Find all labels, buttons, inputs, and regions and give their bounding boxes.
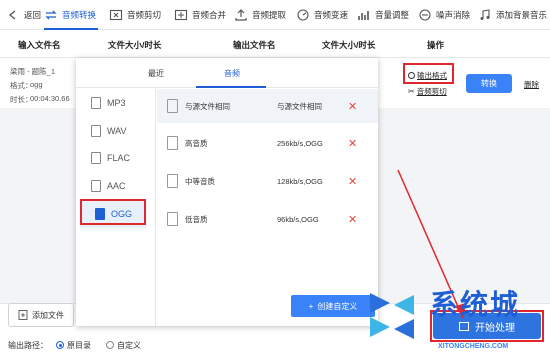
quality-list: 与源文件相同 与源文件相同 ✕ 高音质 256kb/s,OGG ✕ 中等音质 1… — [157, 88, 378, 326]
tab-audio[interactable]: 音频 — [224, 68, 240, 79]
file-icon — [167, 174, 178, 188]
tab-recent[interactable]: 最近 — [148, 68, 164, 79]
format-label: MP3 — [107, 98, 126, 108]
quality-row[interactable]: 与源文件相同 与源文件相同 ✕ — [157, 89, 378, 123]
quality-name: 中等音质 — [185, 176, 215, 186]
plus-icon: + — [308, 301, 314, 311]
file-icon — [167, 136, 178, 150]
file-icon — [167, 99, 178, 113]
format-item-flac[interactable]: FLAC — [76, 144, 156, 172]
format-item-mp3[interactable]: MP3 — [76, 89, 156, 117]
format-label: AAC — [107, 181, 126, 191]
close-icon[interactable]: ✕ — [348, 213, 357, 226]
quality-value: 与源文件相同 — [277, 101, 322, 111]
music-file-icon — [91, 180, 101, 192]
watermark-logo — [370, 293, 414, 339]
format-item-wav[interactable]: WAV — [76, 117, 156, 145]
format-label: FLAC — [107, 153, 131, 163]
quality-row[interactable]: 高音质 256kb/s,OGG ✕ — [157, 126, 378, 160]
quality-row[interactable]: 低音质 96kb/s,OGG ✕ — [157, 202, 378, 236]
file-icon — [167, 212, 178, 226]
music-file-icon — [91, 97, 101, 109]
quality-value: 128kb/s,OGG — [277, 176, 323, 186]
quality-value: 96kb/s,OGG — [277, 214, 319, 224]
quality-name: 低音质 — [185, 214, 208, 224]
quality-value: 256kb/s,OGG — [277, 138, 323, 148]
close-icon[interactable]: ✕ — [348, 137, 357, 150]
quality-row[interactable]: 中等音质 128kb/s,OGG ✕ — [157, 164, 378, 198]
output-format-popup: 最近 音频 MP3 WAV FLAC AAC OGG 与源文件相同 与源文件相同… — [76, 58, 378, 326]
format-item-aac[interactable]: AAC — [76, 172, 156, 200]
close-icon[interactable]: ✕ — [348, 175, 357, 188]
popup-tabs: 最近 音频 — [76, 58, 378, 88]
highlight-box-ogg — [80, 199, 146, 225]
close-icon[interactable]: ✕ — [348, 100, 357, 113]
format-label: WAV — [107, 126, 127, 136]
music-file-icon — [91, 125, 101, 137]
watermark-url: XITONGCHENG.COM — [438, 343, 509, 350]
create-custom-label: 创建自定义 — [317, 301, 358, 311]
quality-name: 高音质 — [185, 138, 208, 148]
watermark-text: 系统城 — [430, 289, 521, 320]
quality-name: 与源文件相同 — [185, 101, 230, 111]
music-file-icon — [91, 152, 101, 164]
